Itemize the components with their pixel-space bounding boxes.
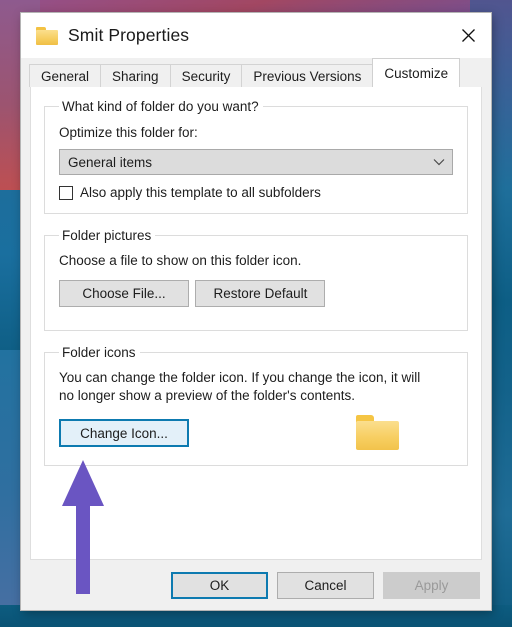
folder-properties-dialog: Smit Properties General Sharing Security… — [21, 13, 491, 610]
customize-tab-panel: What kind of folder do you want? Optimiz… — [30, 87, 482, 560]
dialog-footer: OK Cancel Apply — [21, 560, 491, 610]
tab-general[interactable]: General — [29, 64, 102, 87]
change-icon-button[interactable]: Change Icon... — [59, 419, 189, 448]
folder-kind-legend: What kind of folder do you want? — [62, 99, 259, 114]
optimize-label: Optimize this folder for: — [59, 125, 198, 140]
folder-icon — [356, 414, 399, 450]
ok-button[interactable]: OK — [171, 571, 268, 599]
restore-default-button[interactable]: Restore Default — [195, 279, 326, 307]
apply-subfolders-row[interactable]: Also apply this template to all subfolde… — [59, 185, 455, 200]
folder-pictures-group: Folder pictures Choose a file to show on… — [44, 228, 468, 331]
folder-icons-description: You can change the folder icon. If you c… — [59, 369, 421, 403]
tab-security[interactable]: Security — [169, 64, 243, 87]
dialog-titlebar: Smit Properties — [21, 13, 491, 58]
dialog-title: Smit Properties — [68, 25, 190, 45]
tab-customize[interactable]: Customize — [372, 58, 461, 87]
apply-subfolders-checkbox[interactable] — [59, 185, 73, 200]
tab-sharing[interactable]: Sharing — [100, 64, 171, 87]
tab-previous-versions[interactable]: Previous Versions — [241, 64, 374, 87]
apply-subfolders-label: Also apply this template to all subfolde… — [80, 185, 321, 200]
folder-icon — [36, 26, 58, 45]
optimize-folder-select[interactable]: General items — [59, 149, 453, 175]
chevron-down-icon — [426, 158, 452, 166]
folder-pictures-legend: Folder pictures — [62, 228, 152, 243]
choose-file-button[interactable]: Choose File... — [59, 279, 189, 307]
tab-strip: General Sharing Security Previous Versio… — [21, 58, 491, 87]
folder-icons-legend: Folder icons — [62, 344, 136, 360]
folder-icons-row: Change Icon... — [57, 414, 455, 452]
folder-pictures-description: Choose a file to show on this folder ico… — [59, 253, 302, 268]
cancel-button[interactable]: Cancel — [277, 571, 374, 599]
folder-icons-group: Folder icons You can change the folder i… — [44, 344, 468, 466]
optimize-folder-value: General items — [68, 154, 153, 170]
apply-button: Apply — [383, 571, 480, 599]
close-icon[interactable] — [445, 13, 491, 58]
folder-kind-group: What kind of folder do you want? Optimiz… — [44, 99, 468, 214]
